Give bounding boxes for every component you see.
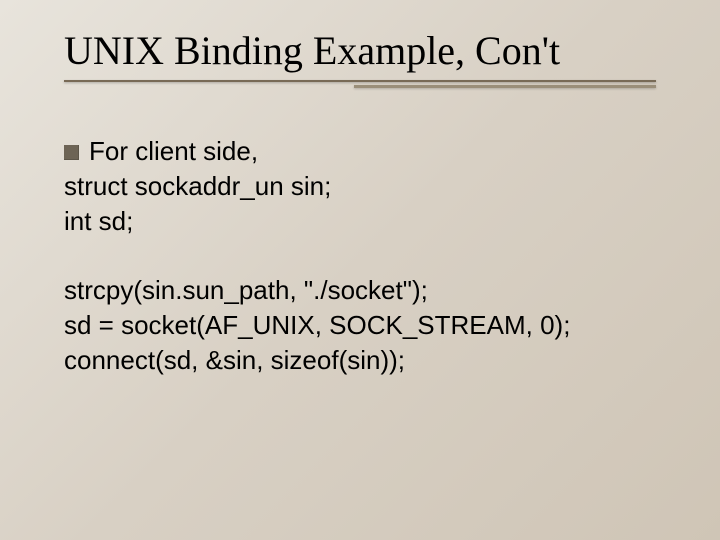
code-line: struct sockaddr_un sin; bbox=[64, 169, 656, 204]
square-bullet-icon bbox=[64, 145, 79, 160]
title-underline bbox=[64, 80, 656, 90]
slide-title: UNIX Binding Example, Con't bbox=[64, 28, 656, 74]
code-line: connect(sd, &sin, sizeof(sin)); bbox=[64, 343, 656, 378]
code-line: sd = socket(AF_UNIX, SOCK_STREAM, 0); bbox=[64, 308, 656, 343]
code-line: strcpy(sin.sun_path, "./socket"); bbox=[64, 273, 656, 308]
bullet-item: For client side, bbox=[64, 134, 656, 169]
bullet-text: For client side, bbox=[89, 134, 258, 169]
spacer bbox=[64, 239, 656, 273]
title-area: UNIX Binding Example, Con't bbox=[64, 28, 656, 90]
code-line: int sd; bbox=[64, 204, 656, 239]
underline-short bbox=[354, 85, 656, 88]
slide: UNIX Binding Example, Con't For client s… bbox=[0, 0, 720, 540]
slide-body: For client side, struct sockaddr_un sin;… bbox=[64, 134, 656, 379]
underline-long bbox=[64, 80, 656, 82]
